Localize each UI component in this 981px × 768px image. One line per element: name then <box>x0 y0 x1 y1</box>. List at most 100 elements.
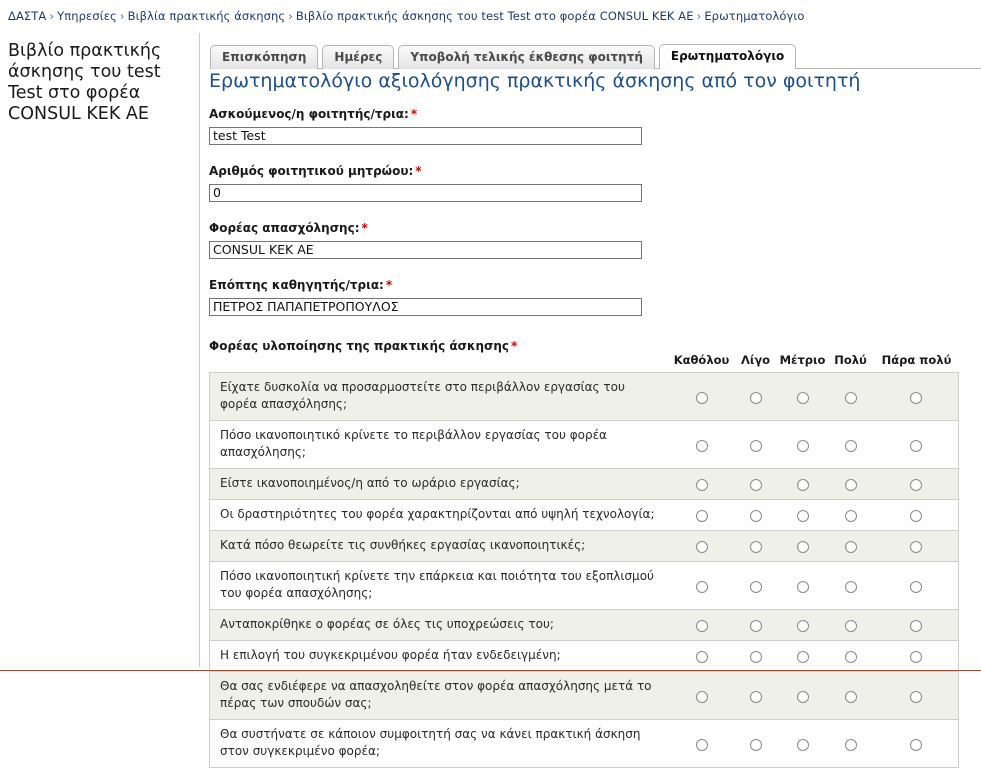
radio-button-q9-3[interactable] <box>796 690 809 703</box>
radio-button-q8-5[interactable] <box>910 651 923 663</box>
radio-cell[interactable] <box>826 719 875 768</box>
radio-cell[interactable] <box>778 561 827 610</box>
radio-cell[interactable] <box>778 420 827 469</box>
radio-button-q2-5[interactable] <box>910 439 923 452</box>
radio-button-q7-3[interactable] <box>796 620 809 632</box>
radio-button-q4-5[interactable] <box>910 510 923 522</box>
radio-cell[interactable] <box>670 468 733 500</box>
radio-cell[interactable] <box>778 640 827 672</box>
radio-cell[interactable] <box>874 719 959 768</box>
radio-button-q1-5[interactable] <box>910 391 923 404</box>
radio-cell[interactable] <box>778 530 827 562</box>
radio-cell[interactable] <box>826 372 875 421</box>
breadcrumb-item-2[interactable]: Υπηρεσίες <box>57 9 117 23</box>
radio-cell[interactable] <box>874 671 959 720</box>
radio-button-q3-1[interactable] <box>695 479 708 491</box>
radio-button-q2-4[interactable] <box>844 439 857 452</box>
radio-button-q1-3[interactable] <box>796 391 809 404</box>
radio-cell[interactable] <box>732 530 779 562</box>
radio-button-q8-2[interactable] <box>749 651 762 663</box>
breadcrumb-item-4[interactable]: Βιβλίο πρακτικής άσκησης του test Test σ… <box>296 9 694 23</box>
radio-cell[interactable] <box>670 420 733 469</box>
radio-cell[interactable] <box>732 468 779 500</box>
radio-button-q7-4[interactable] <box>844 620 857 632</box>
breadcrumb-item-3[interactable]: Βιβλία πρακτικής άσκησης <box>128 9 286 23</box>
radio-button-q8-3[interactable] <box>796 651 809 663</box>
radio-button-q9-1[interactable] <box>695 690 708 703</box>
radio-button-q10-5[interactable] <box>910 738 923 751</box>
radio-button-q6-2[interactable] <box>749 580 762 593</box>
radio-cell[interactable] <box>874 499 959 531</box>
tab-3[interactable]: Υποβολή τελικής έκθεσης φοιτητή <box>398 45 655 69</box>
radio-cell[interactable] <box>778 719 827 768</box>
radio-cell[interactable] <box>670 499 733 531</box>
radio-button-q5-1[interactable] <box>695 541 708 553</box>
radio-button-q5-4[interactable] <box>844 541 857 553</box>
radio-button-q2-1[interactable] <box>695 439 708 452</box>
radio-button-q5-5[interactable] <box>910 541 923 553</box>
radio-cell[interactable] <box>670 609 733 641</box>
radio-button-q10-3[interactable] <box>796 738 809 751</box>
radio-button-q9-4[interactable] <box>844 690 857 703</box>
tab-2[interactable]: Ημέρες <box>322 45 395 69</box>
radio-cell[interactable] <box>732 640 779 672</box>
registration-number-input[interactable] <box>209 183 642 202</box>
radio-button-q3-4[interactable] <box>844 479 857 491</box>
radio-button-q10-1[interactable] <box>695 738 708 751</box>
student-name-input[interactable] <box>209 126 642 145</box>
tab-1[interactable]: Επισκόπηση <box>210 45 319 69</box>
radio-cell[interactable] <box>732 420 779 469</box>
radio-cell[interactable] <box>874 561 959 610</box>
radio-button-q9-5[interactable] <box>910 690 923 703</box>
radio-cell[interactable] <box>826 530 875 562</box>
radio-button-q9-2[interactable] <box>749 690 762 703</box>
radio-cell[interactable] <box>778 372 827 421</box>
radio-button-q7-5[interactable] <box>910 620 923 632</box>
radio-button-q1-2[interactable] <box>749 391 762 404</box>
radio-cell[interactable] <box>874 640 959 672</box>
employer-input[interactable] <box>209 240 642 259</box>
radio-button-q10-2[interactable] <box>749 738 762 751</box>
radio-cell[interactable] <box>670 530 733 562</box>
radio-cell[interactable] <box>826 671 875 720</box>
radio-button-q4-4[interactable] <box>844 510 857 522</box>
radio-button-q8-1[interactable] <box>695 651 708 663</box>
radio-cell[interactable] <box>778 671 827 720</box>
radio-cell[interactable] <box>874 420 959 469</box>
radio-cell[interactable] <box>826 499 875 531</box>
radio-button-q7-1[interactable] <box>695 620 708 632</box>
radio-cell[interactable] <box>732 372 779 421</box>
radio-button-q4-1[interactable] <box>695 510 708 522</box>
breadcrumb-item-1[interactable]: ΔΑΣΤΑ <box>8 9 46 23</box>
radio-cell[interactable] <box>778 468 827 500</box>
radio-button-q10-4[interactable] <box>844 738 857 751</box>
radio-button-q3-5[interactable] <box>910 479 923 491</box>
radio-button-q3-2[interactable] <box>749 479 762 491</box>
radio-cell[interactable] <box>732 561 779 610</box>
radio-cell[interactable] <box>874 530 959 562</box>
radio-button-q6-5[interactable] <box>910 580 923 593</box>
radio-button-q4-2[interactable] <box>749 510 762 522</box>
supervising-professor-input[interactable] <box>209 297 642 316</box>
radio-cell[interactable] <box>826 420 875 469</box>
radio-cell[interactable] <box>732 719 779 768</box>
radio-cell[interactable] <box>826 609 875 641</box>
radio-button-q1-4[interactable] <box>844 391 857 404</box>
radio-cell[interactable] <box>778 499 827 531</box>
radio-button-q4-3[interactable] <box>796 510 809 522</box>
radio-cell[interactable] <box>826 561 875 610</box>
radio-cell[interactable] <box>670 719 733 768</box>
radio-button-q1-1[interactable] <box>695 391 708 404</box>
tab-4[interactable]: Ερωτηματολόγιο <box>658 44 797 69</box>
radio-button-q5-3[interactable] <box>796 541 809 553</box>
radio-cell[interactable] <box>670 561 733 610</box>
radio-button-q6-1[interactable] <box>695 580 708 593</box>
radio-cell[interactable] <box>874 372 959 421</box>
radio-cell[interactable] <box>732 609 779 641</box>
radio-button-q5-2[interactable] <box>749 541 762 553</box>
radio-cell[interactable] <box>670 640 733 672</box>
radio-button-q6-3[interactable] <box>796 580 809 593</box>
radio-cell[interactable] <box>826 640 875 672</box>
radio-cell[interactable] <box>732 671 779 720</box>
radio-button-q3-3[interactable] <box>796 479 809 491</box>
